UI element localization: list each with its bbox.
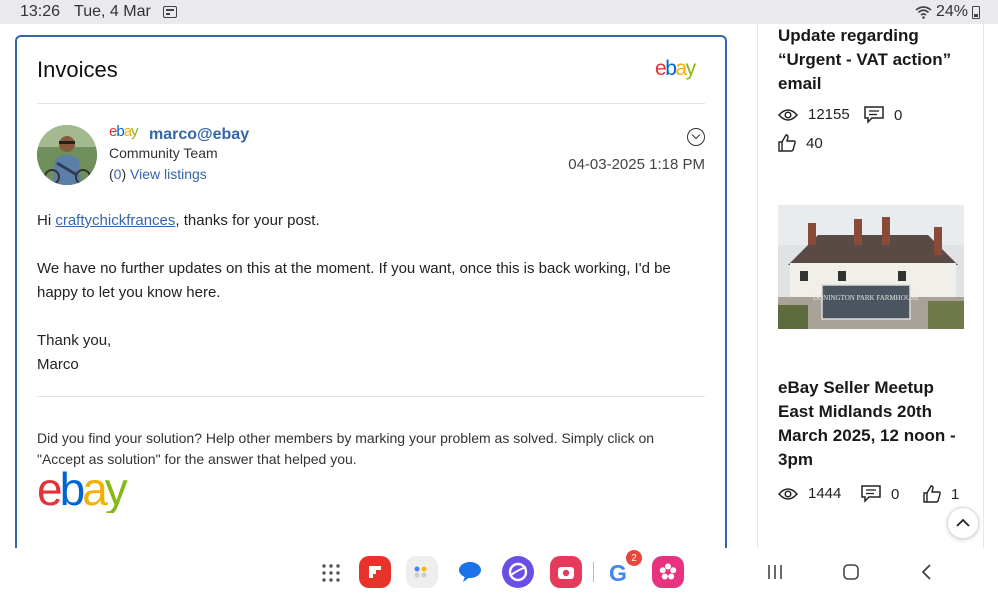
views-stat-1: 12155 — [778, 106, 850, 123]
recent-apps-icon[interactable] — [767, 564, 783, 580]
navigation-bar: G 2 — [0, 548, 998, 596]
taskbar-divider — [593, 562, 594, 582]
svg-text:ebay: ebay — [109, 123, 139, 139]
mention-link[interactable]: craftychickfrances — [55, 212, 175, 229]
sidebar: Update regarding “Urgent - VAT action” e… — [757, 24, 984, 548]
greeting-suffix: , thanks for your post. — [175, 212, 320, 229]
google-app-icon[interactable]: G 2 — [604, 550, 642, 588]
thumbs-up-icon — [923, 485, 941, 503]
battery-percent: 24% — [935, 3, 968, 20]
views-count: 12155 — [808, 106, 850, 123]
listings-line: (0) View listings — [109, 166, 207, 182]
post-timestamp: 04-03-2025 1:18 PM — [568, 156, 705, 173]
views-stat-2: 1444 — [778, 485, 841, 502]
comment-icon — [864, 106, 884, 124]
status-bar: 13:26 Tue, 4 Mar 24% — [0, 0, 998, 24]
status-indicators: 24% — [915, 3, 980, 21]
article-image[interactable]: DONINGTON PARK FARMHOUSE — [778, 205, 964, 329]
flipboard-app-icon[interactable] — [359, 556, 391, 588]
listings-paren-close: ) — [121, 166, 127, 182]
avatar-image — [37, 125, 97, 185]
ebay-logo: ebay — [655, 58, 698, 80]
likes-count: 40 — [806, 134, 823, 152]
article-title-1[interactable]: Update regarding “Urgent - VAT action” e… — [778, 24, 968, 96]
status-date: Tue, 4 Mar — [74, 3, 151, 20]
author-name-link[interactable]: marco@ebay — [149, 126, 249, 144]
status-time: 13:26 — [20, 3, 61, 20]
gallery-app-icon[interactable] — [652, 556, 684, 588]
divider — [37, 396, 705, 397]
views-count: 1444 — [808, 485, 842, 502]
farmhouse-sign-text: DONINGTON PARK FARMHOUSE — [813, 294, 919, 302]
comments-stat-2: 0 — [861, 485, 899, 503]
back-icon[interactable] — [920, 564, 932, 580]
post-options-chevron-icon[interactable] — [687, 128, 705, 146]
body-paragraph: We have no further updates on this at th… — [37, 260, 671, 301]
eye-icon — [778, 487, 798, 500]
greeting-prefix: Hi — [37, 212, 56, 229]
svg-text:G: G — [609, 560, 627, 585]
board-title: Invoices — [37, 57, 118, 82]
svg-text:ebay: ebay — [37, 469, 128, 513]
ebay-mini-logo: ebay — [109, 123, 140, 139]
post-body: Hi craftychickfrances, thanks for your p… — [37, 209, 705, 377]
camera-app-icon[interactable] — [550, 556, 582, 588]
greeting: Hi craftychickfrances, thanks for your p… — [37, 209, 705, 233]
app-folder-icon[interactable] — [406, 556, 438, 588]
svg-text:ebay: ebay — [655, 58, 697, 80]
sign-off: Thank you, — [37, 332, 112, 349]
wifi-icon — [915, 6, 932, 19]
messages-app-icon[interactable] — [454, 556, 486, 588]
view-listings-link[interactable]: View listings — [130, 166, 207, 182]
author-line: ebay marco@ebay — [109, 123, 249, 144]
signature-text: Did you find your solution? Help other m… — [37, 430, 655, 467]
signature-name: Marco — [37, 356, 79, 373]
app-drawer-icon[interactable] — [322, 564, 340, 582]
likes-stat-1: 40 — [778, 134, 823, 152]
farmhouse-photo: DONINGTON PARK FARMHOUSE — [778, 205, 964, 329]
notification-badge: 2 — [626, 550, 642, 566]
ebay-signature-logo: ebay — [37, 469, 131, 513]
eye-icon — [778, 108, 798, 121]
home-icon[interactable] — [843, 564, 859, 580]
author-rank: Community Team — [109, 145, 218, 161]
article-title-2[interactable]: eBay Seller Meetup East Midlands 20th Ma… — [778, 376, 968, 472]
calendar-icon — [162, 6, 177, 18]
thumbs-up-icon — [778, 134, 796, 152]
comment-icon — [861, 485, 881, 503]
post-card: Invoices ebay ebay marco@ebay Community … — [15, 35, 727, 575]
comments-count: 0 — [891, 485, 900, 503]
scroll-to-top-button[interactable] — [947, 507, 979, 539]
chevron-up-icon — [956, 518, 970, 527]
comments-count: 0 — [894, 106, 903, 124]
divider — [37, 103, 705, 104]
likes-count: 1 — [951, 485, 960, 503]
likes-stat-2: 1 — [923, 485, 959, 503]
avatar[interactable] — [37, 125, 97, 185]
comments-stat-1: 0 — [864, 106, 902, 124]
internet-browser-icon[interactable] — [502, 556, 534, 588]
battery-icon — [972, 5, 980, 19]
